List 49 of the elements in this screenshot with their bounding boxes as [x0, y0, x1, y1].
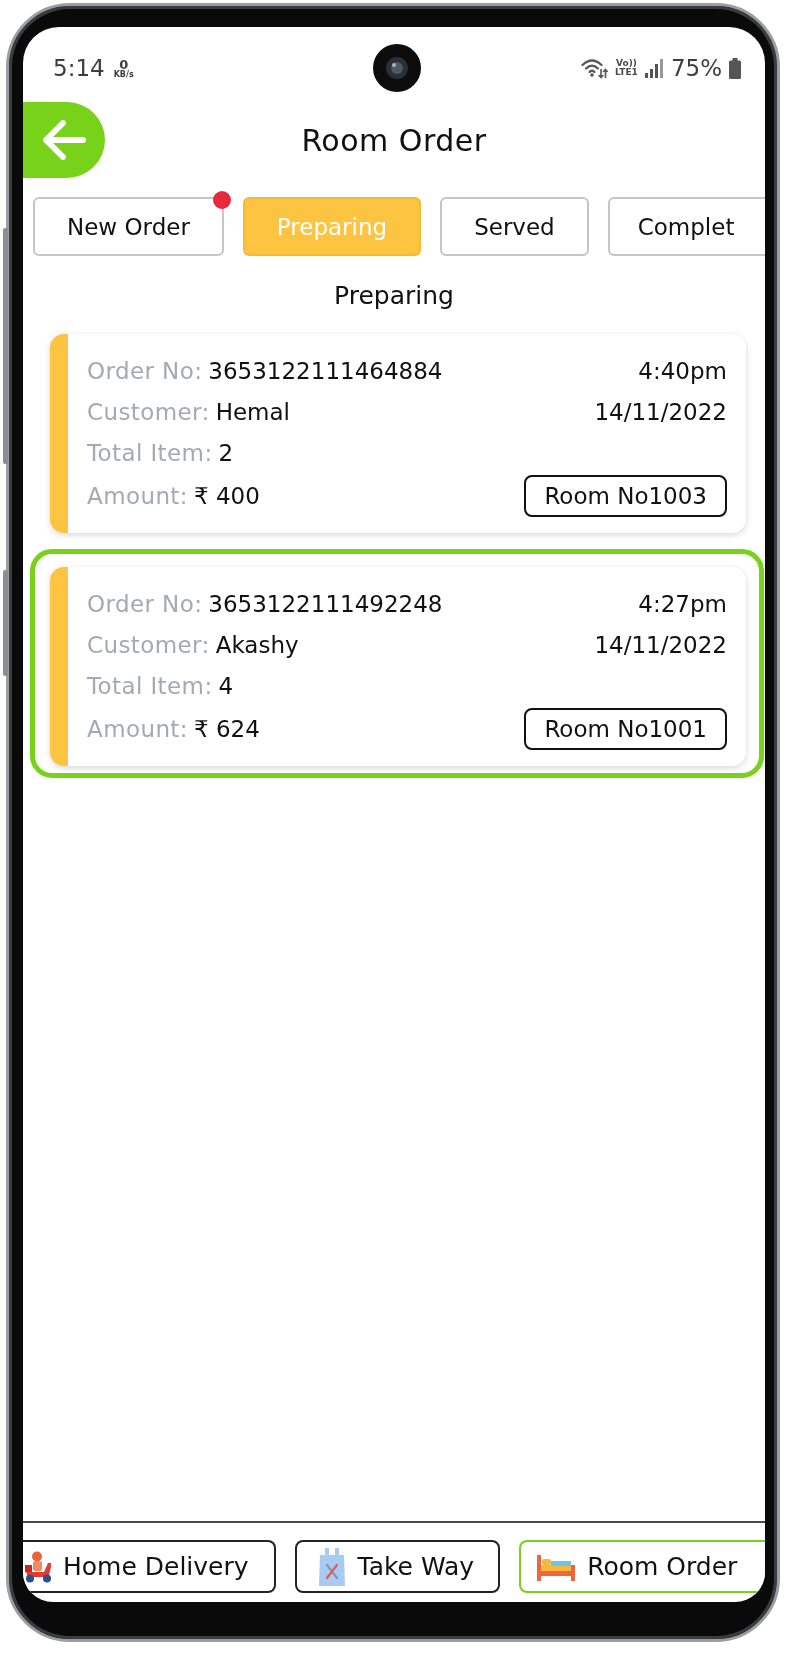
order-number: 3653122111464884: [208, 358, 443, 384]
item-count: 4: [218, 673, 234, 699]
room-number-badge: Room No1001: [524, 708, 727, 750]
back-button[interactable]: [23, 102, 105, 178]
customer-label: Customer:: [87, 632, 210, 658]
volte-label: Vo)): [616, 58, 637, 68]
signal-icon: [644, 58, 664, 78]
order-time: 4:40pm: [638, 358, 727, 384]
order-card[interactable]: Order No: 3653122111464884 4:40pm Customer: Hemal 14/11/2022 Total Item: 2 Amount: ₹ 400 Room No1003: [50, 334, 746, 533]
order-time: 4:27pm: [638, 591, 727, 617]
wifi-icon: [581, 57, 609, 79]
order-type-button[interactable]: Room Order: [519, 1540, 765, 1593]
order-number-label: Order No:: [87, 591, 203, 617]
clock-time: 5:14: [53, 55, 105, 81]
order-card[interactable]: Order No: 3653122111492248 4:27pm Customer: Akashy 14/11/2022 Total Item: 4 Amount: ₹ 624 Room No1001: [50, 567, 746, 766]
shopping-bag-icon: [317, 1546, 346, 1587]
order-type-button[interactable]: Take Way: [294, 1540, 501, 1593]
order-type-button[interactable]: Home Delivery: [23, 1540, 276, 1593]
order-number-label: Order No:: [87, 358, 203, 384]
front-camera-icon: [373, 44, 421, 92]
bed-icon: [537, 1552, 576, 1581]
order-date: 14/11/2022: [594, 632, 727, 658]
page-title: Room Order: [300, 122, 488, 158]
customer-label: Customer:: [87, 399, 210, 425]
amount-value: ₹ 624: [193, 716, 260, 742]
back-arrow-icon: [42, 120, 86, 160]
item-count: 2: [218, 440, 234, 466]
status-tab[interactable]: Complet: [607, 197, 765, 256]
room-number-badge: Room No1003: [524, 475, 727, 517]
network-speed-value: 0: [119, 57, 129, 71]
amount-label: Amount:: [87, 483, 188, 509]
network-speed-unit: KB/s: [113, 70, 134, 79]
status-tab[interactable]: New Order: [33, 197, 224, 256]
lte-label: LTE1: [615, 68, 638, 78]
item-count-label: Total Item:: [87, 440, 213, 466]
amount-value: ₹ 400: [193, 483, 260, 509]
battery-icon: [729, 57, 741, 79]
status-tab[interactable]: Served: [440, 197, 589, 256]
customer-name: Hemal: [215, 399, 290, 425]
order-number: 3653122111492248: [208, 591, 443, 617]
scooter-rider-icon: [23, 1550, 53, 1583]
amount-label: Amount:: [87, 716, 188, 742]
order-date: 14/11/2022: [594, 399, 727, 425]
battery-percent: 75%: [670, 55, 722, 81]
item-count-label: Total Item:: [87, 673, 213, 699]
side-button[interactable]: [3, 570, 8, 676]
side-button[interactable]: [3, 228, 8, 464]
customer-name: Akashy: [215, 632, 299, 658]
section-title: Preparing: [333, 280, 455, 312]
